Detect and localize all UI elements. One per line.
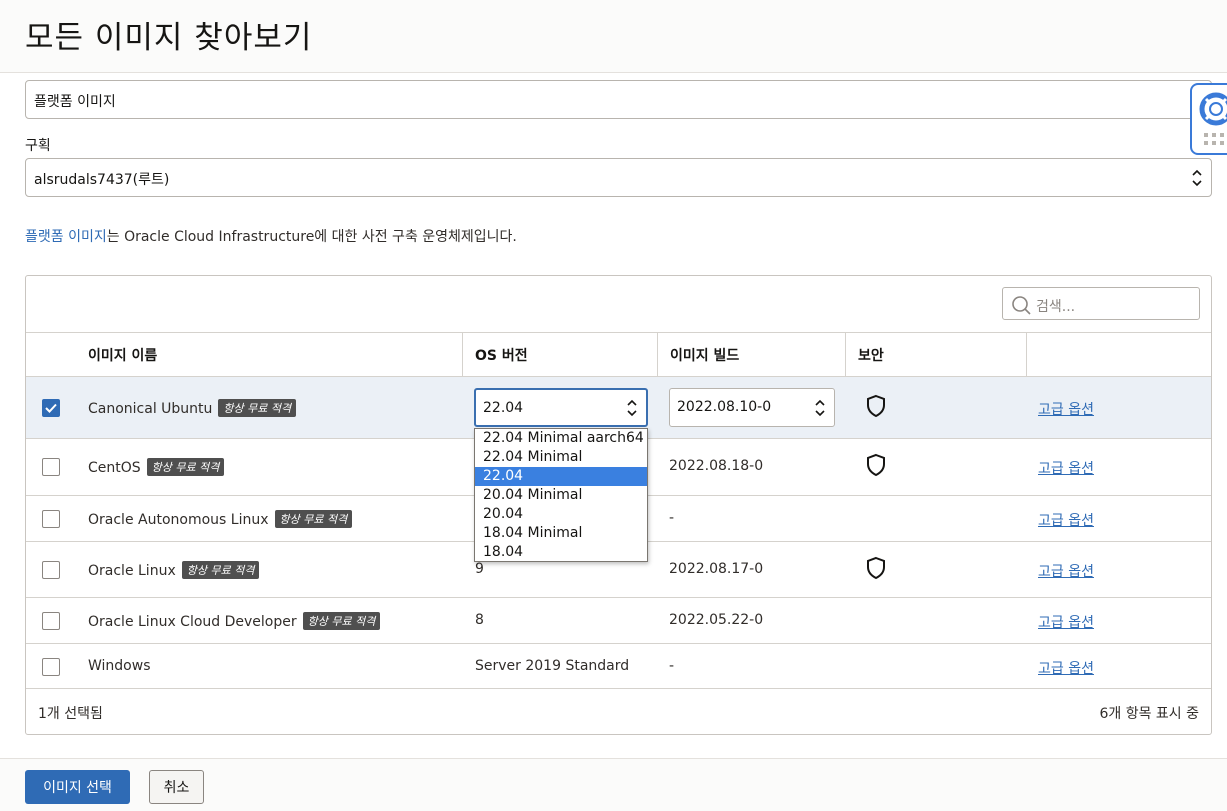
page-header: 모든 이미지 찾아보기 (0, 0, 1227, 73)
free-tier-badge: 항상 무료 적격 (274, 510, 353, 528)
os-version-select[interactable]: 22.04 (474, 388, 648, 427)
image-name-cell: Oracle Linux 항상 무료 적격 (88, 561, 260, 579)
select-arrows-icon (1192, 169, 1202, 187)
image-build-cell: 2022.05.22-0 (669, 612, 764, 628)
os-version-cell: 8 (475, 612, 484, 628)
row-checkbox[interactable] (42, 510, 60, 528)
row-checkbox[interactable] (42, 658, 60, 676)
image-build-cell: 2022.08.18-0 (669, 458, 764, 474)
image-source-select[interactable]: 플랫폼 이미지 (25, 80, 1212, 119)
search-input[interactable]: 검색... (1002, 287, 1200, 320)
row-checkbox[interactable] (42, 561, 60, 579)
search-placeholder: 검색... (1036, 299, 1076, 315)
image-build-select[interactable]: 2022.08.10-0 (669, 388, 835, 427)
info-description: 는 Oracle Cloud Infrastructure에 대한 사전 구축 … (106, 229, 517, 245)
header-image-build[interactable]: 이미지 빌드 (670, 333, 739, 377)
image-name: Oracle Linux Cloud Developer (88, 614, 297, 630)
header-image-name[interactable]: 이미지 이름 (88, 333, 157, 377)
drag-handle-icon[interactable] (1202, 131, 1227, 149)
image-name: Oracle Autonomous Linux (88, 512, 269, 528)
dropdown-option[interactable]: 22.04 Minimal (475, 448, 647, 467)
info-text: 플랫폼 이미지는 Oracle Cloud Infrastructure에 대한… (25, 226, 517, 246)
dropdown-option[interactable]: 22.04 Minimal aarch64 (475, 429, 647, 448)
free-tier-badge: 항상 무료 적격 (218, 399, 297, 417)
free-tier-badge: 항상 무료 적격 (146, 458, 225, 476)
shield-icon (867, 453, 885, 477)
platform-images-link[interactable]: 플랫폼 이미지 (25, 229, 107, 245)
table-header: 이미지 이름 OS 버전 이미지 빌드 보안 (26, 332, 1211, 377)
page-title: 모든 이미지 찾아보기 (25, 20, 313, 56)
table-row[interactable]: Oracle Linux Cloud Developer 항상 무료 적격 8 2… (26, 598, 1211, 644)
search-icon (1012, 296, 1031, 315)
os-version-cell: Server 2019 Standard (475, 658, 630, 674)
image-source-value: 플랫폼 이미지 (34, 94, 116, 110)
dropdown-option[interactable]: 20.04 Minimal (475, 486, 647, 505)
image-name: Canonical Ubuntu (88, 401, 213, 417)
selected-count: 1개 선택됨 (38, 706, 103, 722)
table-row[interactable]: Windows Server 2019 Standard - 고급 옵션 (26, 644, 1211, 689)
cancel-button[interactable]: 취소 (149, 770, 204, 804)
row-checkbox[interactable] (42, 612, 60, 630)
image-build-value: 2022.08.10-0 (677, 399, 772, 415)
compartment-select[interactable]: alsrudals7437(루트) (25, 158, 1212, 197)
select-arrows-icon (627, 399, 637, 417)
image-name-cell: Canonical Ubuntu 항상 무료 적격 (88, 399, 297, 417)
advanced-options-link[interactable]: 고급 옵션 (1038, 658, 1094, 678)
displayed-count: 6개 항목 표시 중 (1099, 706, 1199, 722)
dropdown-option-selected[interactable]: 22.04 (475, 467, 647, 486)
advanced-options-link[interactable]: 고급 옵션 (1038, 458, 1094, 478)
dropdown-option[interactable]: 18.04 (475, 543, 647, 562)
table-footer: 1개 선택됨 6개 항목 표시 중 (26, 689, 1211, 734)
advanced-options-link[interactable]: 고급 옵션 (1038, 612, 1094, 632)
lifebuoy-icon (1199, 92, 1227, 126)
dropdown-option[interactable]: 20.04 (475, 505, 647, 524)
os-version-cell: 9 (475, 561, 484, 577)
header-divider (1026, 333, 1027, 377)
header-divider (657, 333, 658, 377)
action-bar: 이미지 선택 취소 (0, 758, 1227, 811)
free-tier-badge: 항상 무료 적격 (181, 561, 260, 579)
image-name-cell: Oracle Linux Cloud Developer 항상 무료 적격 (88, 612, 381, 630)
advanced-options-link[interactable]: 고급 옵션 (1038, 510, 1094, 530)
image-name-cell: Oracle Autonomous Linux 항상 무료 적격 (88, 510, 353, 528)
shield-icon (867, 556, 885, 580)
compartment-value: alsrudals7437(루트) (34, 172, 170, 188)
select-arrows-icon (815, 399, 825, 417)
shield-icon (867, 394, 885, 418)
image-build-cell: 2022.08.17-0 (669, 561, 764, 577)
free-tier-badge: 항상 무료 적격 (302, 612, 381, 630)
row-checkbox[interactable] (42, 458, 60, 476)
row-checkbox[interactable] (42, 399, 60, 417)
header-divider (462, 333, 463, 377)
header-os-version[interactable]: OS 버전 (475, 333, 528, 377)
check-icon (45, 403, 57, 413)
image-name: CentOS (88, 460, 141, 476)
advanced-options-link[interactable]: 고급 옵션 (1038, 561, 1094, 581)
select-image-button[interactable]: 이미지 선택 (25, 770, 130, 804)
header-divider (845, 333, 846, 377)
image-name: Windows (88, 658, 151, 674)
advanced-options-link[interactable]: 고급 옵션 (1038, 399, 1094, 419)
help-widget[interactable] (1190, 83, 1227, 155)
os-version-value: 22.04 (483, 400, 524, 416)
dropdown-option[interactable]: 18.04 Minimal (475, 524, 647, 543)
compartment-label: 구획 (25, 138, 51, 154)
image-name-cell: CentOS 항상 무료 적격 (88, 458, 225, 476)
header-security[interactable]: 보안 (858, 333, 884, 377)
image-name: Oracle Linux (88, 563, 176, 579)
image-build-cell: - (669, 658, 675, 674)
image-build-cell: - (669, 510, 675, 526)
os-version-dropdown[interactable]: 22.04 Minimal aarch64 22.04 Minimal 22.0… (474, 428, 648, 562)
